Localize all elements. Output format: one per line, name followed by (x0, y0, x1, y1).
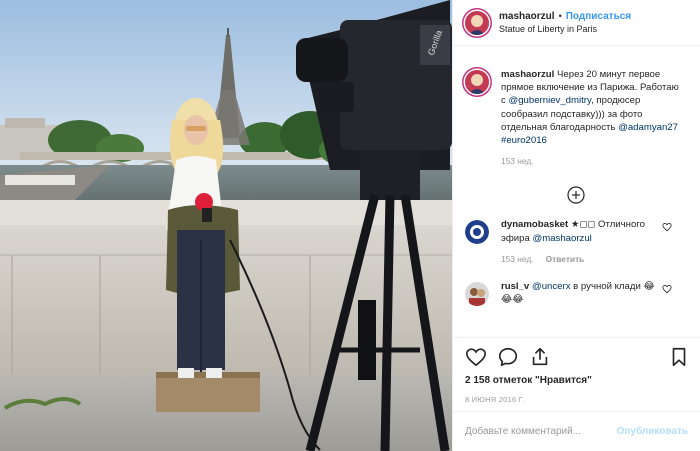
caption-time[interactable]: 153 нед. (501, 155, 534, 168)
author-username[interactable]: mashaorzul (499, 10, 555, 23)
comment-icon[interactable] (497, 346, 519, 368)
caption-text: mashaorzul Через 20 минут первое прямое … (501, 68, 686, 147)
comment-text: в ручной клади (570, 281, 644, 293)
hashtag-link[interactable]: #euro2016 (501, 135, 547, 146)
comment-like-heart-icon[interactable] (662, 284, 672, 294)
comment-like-heart-icon[interactable] (662, 222, 672, 232)
comment-item: rusl_v @uncerx в ручной клади 😂😂😂 (465, 280, 686, 307)
post-location[interactable]: Statue of Liberty in Paris (499, 23, 631, 36)
caption: mashaorzul Через 20 минут первое прямое … (465, 68, 686, 168)
separator-dot: • (558, 10, 562, 21)
mention-link[interactable]: @adamyan27 (618, 122, 678, 133)
comment-time[interactable]: 153 нед. (501, 253, 534, 266)
caption-username[interactable]: mashaorzul (501, 69, 554, 80)
load-more-comments-button[interactable] (465, 186, 686, 205)
share-icon[interactable] (529, 346, 551, 368)
mention-link[interactable]: @uncerx (532, 281, 571, 292)
author-avatar[interactable] (465, 10, 489, 35)
post-photo[interactable]: Gorilla (0, 0, 452, 451)
post-date[interactable]: 8 ИЮНЯ 2016 Г. (453, 389, 700, 411)
comment-item: dynamobasket ★◻◻ Отличного эфира @mashao… (465, 218, 686, 266)
post-header: mashaorzul • Подписаться Statue of Liber… (453, 0, 700, 46)
commenter-avatar-image (465, 282, 489, 307)
bookmark-icon[interactable] (668, 346, 690, 368)
likes-count[interactable]: 2 158 отметок "Нравится" (453, 375, 700, 389)
mention-link[interactable]: @guberniev_dmitry (508, 95, 591, 106)
post-panel: mashaorzul • Подписаться Statue of Liber… (452, 0, 700, 451)
author-avatar-image (465, 10, 489, 35)
caption-avatar-image (465, 70, 489, 94)
reply-button[interactable]: Ответить (546, 253, 585, 266)
follow-button[interactable]: Подписаться (566, 10, 631, 23)
comment-input[interactable] (465, 426, 615, 437)
heart-icon[interactable] (465, 346, 487, 368)
commenter-username[interactable]: rusl_v (501, 281, 529, 292)
instagram-post: Gorilla mashaorzul • Подписаться Statue … (0, 0, 700, 451)
publish-button[interactable]: Опубликовать (617, 426, 688, 437)
commenter-avatar[interactable] (465, 220, 489, 245)
plus-circle-icon (566, 186, 585, 205)
add-comment-bar: Опубликовать (453, 411, 700, 451)
commenter-avatar-image (465, 220, 489, 245)
action-bar (453, 337, 700, 375)
mention-link[interactable]: @mashaorzul (532, 233, 591, 244)
caption-avatar[interactable] (465, 70, 489, 94)
header-text: mashaorzul • Подписаться Statue of Liber… (499, 10, 631, 36)
photo-image: Gorilla (0, 0, 452, 451)
commenter-avatar[interactable] (465, 282, 489, 307)
commenter-username[interactable]: dynamobasket (501, 219, 568, 230)
comments-section[interactable]: mashaorzul Через 20 минут первое прямое … (453, 46, 700, 337)
